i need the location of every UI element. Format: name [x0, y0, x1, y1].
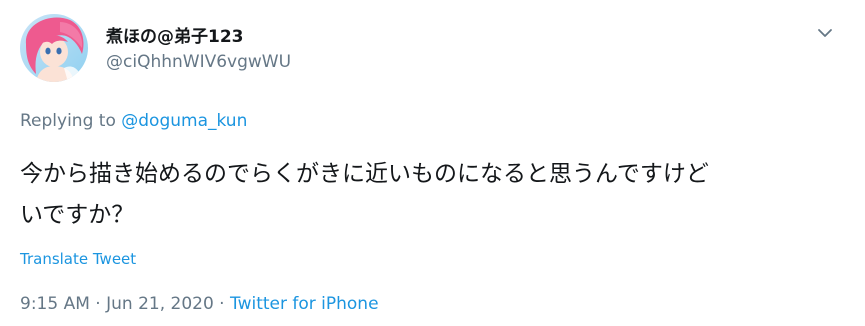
translate-tweet-link[interactable]: Translate Tweet	[20, 250, 136, 268]
tweet-time[interactable]: 9:15 AM	[20, 294, 90, 314]
tweet-card: 煮ほの@弟子123 @ciQhhnWIV6vgwWU Replying to @…	[0, 0, 865, 326]
meta-separator: ·	[213, 294, 230, 314]
replying-to: Replying to @doguma_kun	[20, 111, 247, 131]
meta-separator: ·	[89, 294, 107, 314]
avatar-image	[20, 14, 88, 82]
tweet-text: 今から描き始めるのでらくがきに近いものになると思うんですけど いですか？	[20, 161, 709, 228]
user-handle[interactable]: @ciQhhnWIV6vgwWU	[106, 52, 291, 72]
display-name[interactable]: 煮ほの@弟子123	[106, 22, 244, 47]
tweet-source-link[interactable]: Twitter for iPhone	[230, 294, 379, 314]
reply-mention-link[interactable]: @doguma_kun	[121, 111, 247, 131]
tweet-date[interactable]: Jun 21, 2020	[106, 294, 214, 314]
chevron-down-icon[interactable]	[814, 22, 836, 44]
replying-prefix: Replying to	[20, 111, 122, 131]
tweet-metadata: 9:15 AM · Jun 21, 2020 · Twitter for iPh…	[20, 294, 379, 314]
avatar[interactable]	[20, 14, 88, 82]
